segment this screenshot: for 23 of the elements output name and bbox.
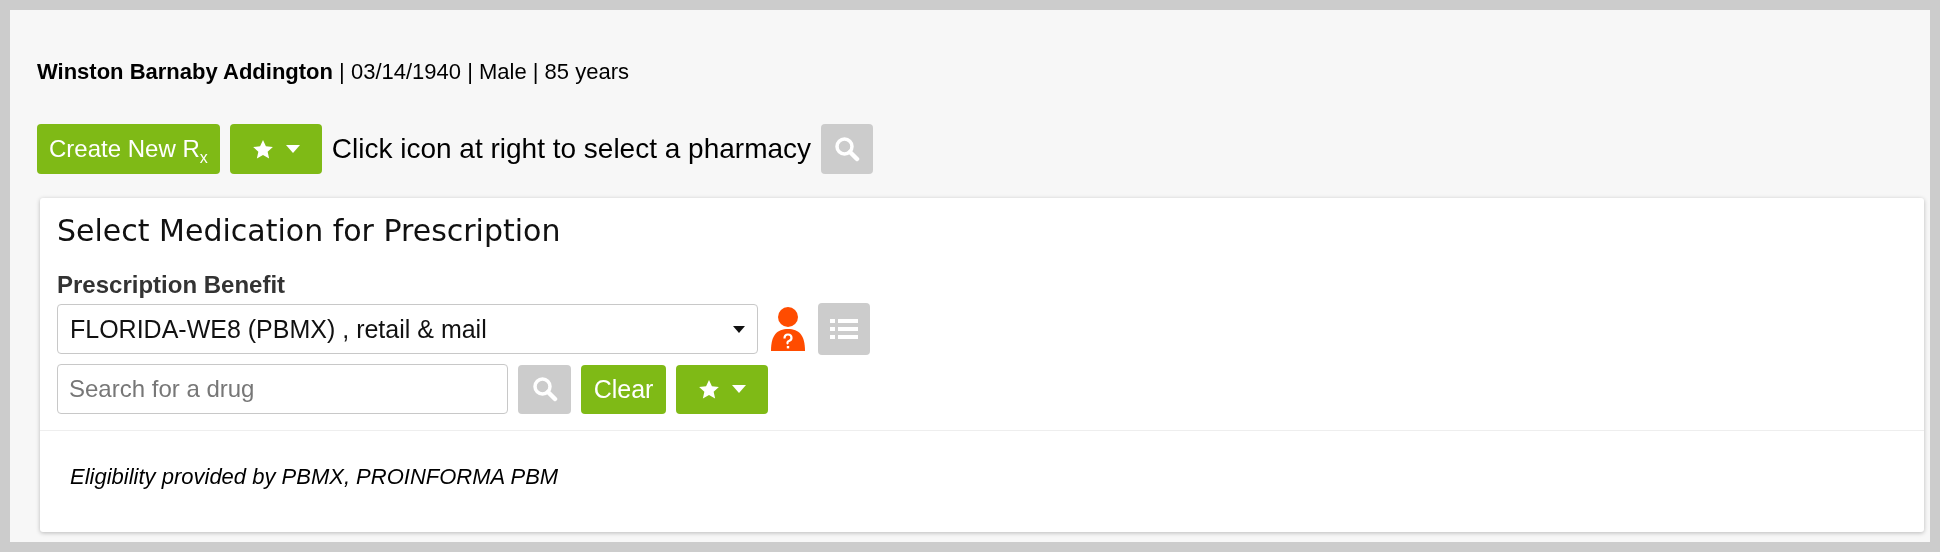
eligibility-note: Eligibility provided by PBMX, PROINFORMA PBM: [70, 463, 559, 491]
drug-search-button[interactable]: [518, 364, 571, 414]
panel-title: Select Medication for Prescription: [57, 212, 561, 250]
patient-summary: Winston Barnaby Addington | 03/14/1940 | Male | 85 years: [37, 58, 629, 86]
pharmacy-search-button[interactable]: [821, 124, 874, 174]
pharmacy-hint: Click icon at right to select a pharmacy: [331, 133, 812, 165]
caret-icon: [732, 385, 746, 393]
favorites-button[interactable]: [229, 124, 322, 174]
list-icon: [830, 318, 858, 340]
benefit-select[interactable]: FLORIDA-WE8 (PBMX) , retail & mail: [57, 304, 758, 354]
search-icon: [834, 136, 861, 162]
benefit-label: Prescription Benefit: [57, 271, 286, 299]
drug-search-field[interactable]: Search for a drug: [57, 364, 508, 414]
star-icon: [698, 378, 720, 400]
person-question-icon[interactable]: [768, 305, 808, 353]
list-button[interactable]: [818, 303, 870, 355]
star-icon: [251, 138, 274, 160]
clear-button[interactable]: Clear: [581, 364, 666, 414]
caret-icon: [285, 145, 300, 153]
create-rx-button[interactable]: Create New R$_{x}$: [37, 124, 220, 174]
search-icon: [531, 376, 558, 402]
caret-icon: [733, 325, 745, 333]
favorites-button[interactable]: [676, 364, 768, 414]
